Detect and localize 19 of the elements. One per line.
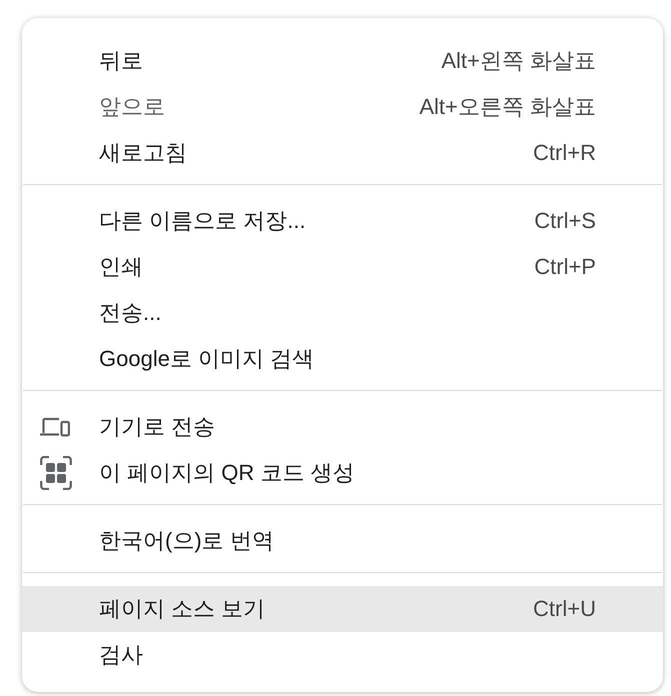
menu-item[interactable]: 인쇄 Ctrl+P: [22, 244, 663, 290]
keyboard-shortcut: Alt+왼쪽 화살표: [441, 47, 596, 75]
keyboard-shortcut: Ctrl+U: [533, 596, 596, 622]
keyboard-shortcut: Ctrl+P: [534, 254, 596, 280]
menu-item[interactable]: 뒤로 Alt+왼쪽 화살표: [22, 38, 663, 84]
keyboard-shortcut: Ctrl+R: [533, 140, 596, 166]
qr-code-icon: [40, 456, 72, 490]
menu-item[interactable]: 다른 이름으로 저장... Ctrl+S: [22, 198, 663, 244]
menu-item[interactable]: 전송...: [22, 290, 663, 336]
menu-item[interactable]: 검사: [22, 632, 663, 678]
menu-item[interactable]: 한국어(으)로 번역: [22, 518, 663, 564]
devices-icon: [40, 417, 70, 437]
menu-item[interactable]: 이 페이지의 QR 코드 생성: [22, 450, 663, 496]
menu-item[interactable]: Google로 이미지 검색: [22, 336, 663, 382]
keyboard-shortcut: Ctrl+S: [534, 208, 596, 234]
menu-item[interactable]: 기기로 전송: [22, 404, 663, 450]
keyboard-shortcut: Alt+오른쪽 화살표: [419, 93, 596, 121]
menu-item[interactable]: 페이지 소스 보기 Ctrl+U: [22, 586, 663, 632]
menu-item[interactable]: 새로고침 Ctrl+R: [22, 130, 663, 176]
